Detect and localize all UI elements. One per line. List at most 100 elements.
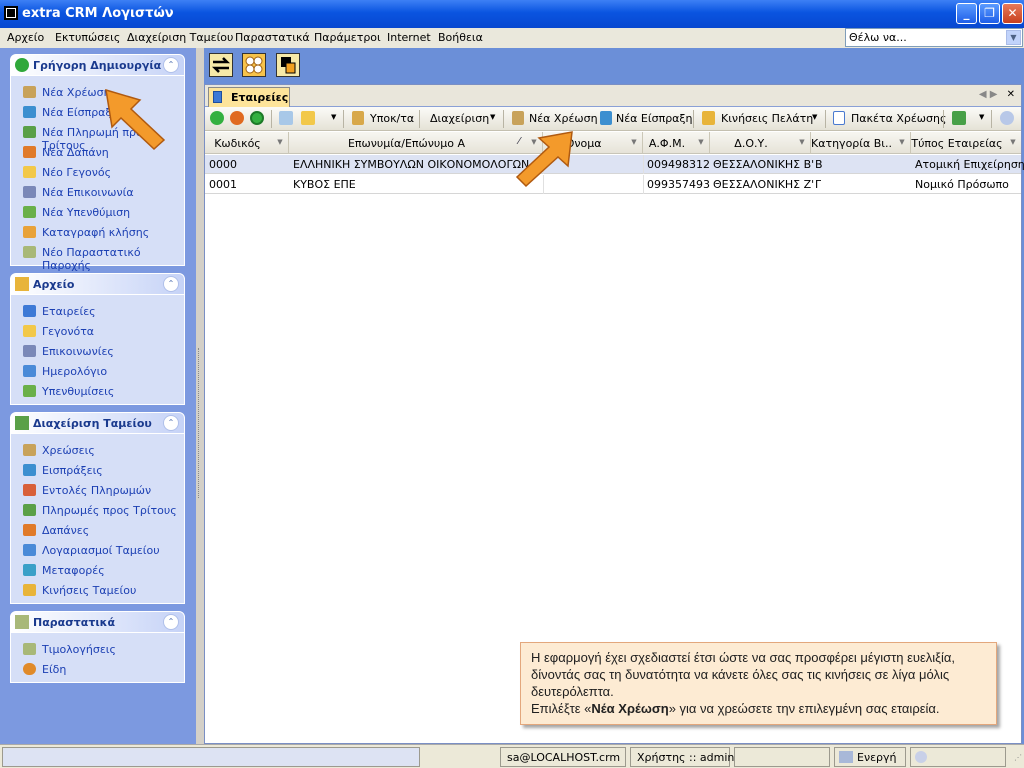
panel-title: Αρχείο [33, 278, 75, 291]
chevron-down-icon[interactable]: ▼ [331, 113, 336, 121]
panel-header[interactable]: Γρήγορη Δημιουργία ⌃ [10, 54, 185, 76]
refresh-icon[interactable] [230, 111, 244, 125]
sidebar-item-new-communication[interactable]: Νέα Επικοινωνία [11, 182, 184, 202]
reminder-icon [23, 206, 36, 218]
sidebar-item-cash-accounts[interactable]: Λογαριασμοί Ταμείου [11, 540, 184, 560]
calendar-icon [23, 365, 36, 377]
charge-packages-button[interactable]: Πακέτα Χρέωσης [851, 112, 946, 125]
manage-button[interactable]: Διαχείριση [430, 112, 489, 125]
customer-moves-button[interactable]: Κινήσεις Πελάτη [721, 112, 813, 125]
menu-help[interactable]: Βοήθεια [438, 31, 483, 44]
chevron-left-icon[interactable]: ◀ [979, 89, 987, 100]
chevron-right-icon[interactable]: ▶ [990, 89, 998, 100]
filter-dropdown-icon[interactable]: ▼ [695, 136, 707, 149]
collapse-icon[interactable]: ⌃ [163, 276, 179, 292]
chevron-down-icon[interactable]: ▼ [812, 113, 817, 121]
resize-grip-icon[interactable]: ⋰ [1014, 753, 1022, 762]
sidebar-item-charges[interactable]: Χρεώσεις [11, 440, 184, 460]
sidebar-item-calendar[interactable]: Ημερολόγιο [11, 361, 184, 381]
collapse-icon[interactable]: ⌃ [163, 415, 179, 431]
filter-dropdown-icon[interactable]: ▼ [796, 136, 808, 149]
chevron-down-icon[interactable]: ▼ [490, 113, 495, 121]
close-tab-icon[interactable]: ✕ [1007, 89, 1015, 100]
filter-dropdown-icon[interactable]: ▼ [274, 136, 286, 149]
column-header-name[interactable]: Επωνυμία/Επώνυμο Α ⁄ ▼ [289, 132, 543, 154]
menu-documents[interactable]: Παραστατικά [235, 31, 310, 44]
export-grid-icon[interactable] [952, 111, 966, 125]
swap-arrows-icon[interactable] [209, 53, 233, 77]
tab-companies[interactable]: Εταιρείες [208, 87, 290, 107]
search-icon[interactable] [279, 111, 293, 125]
column-header-category[interactable]: Κατηγορία Βι... ▼ [811, 132, 911, 154]
filter-dropdown-icon[interactable]: ▼ [628, 136, 640, 149]
sidebar-item-new-service-document[interactable]: Νέο Παραστατικό Παροχής [11, 242, 184, 272]
sidebar-item-cash-movements[interactable]: Κινήσεις Ταμείου [11, 580, 184, 600]
sidebar-item-call-log[interactable]: Καταγραφή κλήσης [11, 222, 184, 242]
filter-dropdown-icon[interactable]: ▼ [1007, 136, 1019, 149]
packages-icon [833, 111, 845, 125]
table-row[interactable]: 0000 ΕΛΛΗΝΙΚΗ ΣΥΜΒΟΥΛΩΝ ΟΙΚΟΝΟΜΟΛΟΓΩΝ ΑΕ… [205, 155, 1024, 174]
column-header-code[interactable]: Κωδικός ▼ [205, 132, 289, 154]
close-button[interactable]: ✕ [1002, 3, 1023, 24]
modules-icon[interactable] [242, 53, 266, 77]
menu-file[interactable]: Αρχείο [7, 31, 44, 44]
status-state: Ενεργή [834, 747, 906, 767]
filter-dropdown-icon[interactable]: ▼ [896, 136, 908, 149]
receipt-icon [23, 106, 36, 118]
collapse-icon[interactable]: ⌃ [163, 614, 179, 630]
collapse-icon[interactable]: ⌃ [163, 57, 179, 73]
menu-cash[interactable]: Διαχείριση Ταμείου [127, 31, 233, 44]
minimize-button[interactable]: _ [956, 3, 977, 24]
sidebar-item-reminders[interactable]: Υπενθυμίσεις [11, 381, 184, 401]
restore-button[interactable]: ❐ [979, 3, 1000, 24]
menu-prints[interactable]: Εκτυπώσεις [55, 31, 120, 44]
receipt-icon [600, 111, 612, 125]
remove-icon[interactable] [250, 111, 264, 125]
panel-title: Γρήγορη Δημιουργία [33, 59, 162, 72]
chevron-down-icon[interactable]: ▼ [1006, 30, 1021, 45]
column-header-tax-office[interactable]: Δ.Ο.Υ. ▼ [710, 132, 811, 154]
splitter[interactable] [196, 48, 204, 744]
grid-toolbar: ▼ Υποκ/τα Διαχείριση ▼ Νέα Χρέωση Νέα Εί… [205, 107, 1021, 131]
items-icon [23, 663, 36, 675]
tab-bar: Εταιρείες ◀ ▶ ✕ [205, 85, 1021, 107]
sidebar-item-payment-orders[interactable]: Εντολές Πληρωμών [11, 480, 184, 500]
panel-header[interactable]: Αρχείο ⌃ [10, 273, 185, 295]
search-combo-value: Θέλω να... [849, 31, 907, 44]
new-receipt-button[interactable]: Νέα Είσπραξη [616, 112, 693, 125]
add-icon[interactable] [210, 111, 224, 125]
filter-icon[interactable] [301, 111, 315, 125]
menu-parameters[interactable]: Παράμετροι [314, 31, 381, 44]
new-charge-button[interactable]: Νέα Χρέωση [529, 112, 598, 125]
search-combo[interactable]: Θέλω να... ▼ [845, 28, 1023, 47]
sidebar-item-third-party-payments[interactable]: Πληρωμές προς Τρίτους [11, 500, 184, 520]
panel-header[interactable]: Διαχείριση Ταμείου ⌃ [10, 412, 185, 434]
pointer-arrow-icon [105, 88, 166, 151]
sidebar-item-expenses[interactable]: Δαπάνες [11, 520, 184, 540]
settings-icon[interactable] [1000, 111, 1014, 125]
sidebar-item-receipts[interactable]: Εισπράξεις [11, 460, 184, 480]
column-header-company-type[interactable]: Τύπος Εταιρείας ▼ [911, 132, 1021, 154]
sidebar-item-events[interactable]: Γεγονότα [11, 321, 184, 341]
sidebar-item-transfers[interactable]: Μεταφορές [11, 560, 184, 580]
panel-title: Διαχείριση Ταμείου [33, 417, 152, 430]
panel-archive: Αρχείο ⌃ Εταιρείες Γεγονότα Επικοινωνίες… [10, 273, 185, 405]
sidebar-item-new-event[interactable]: Νέο Γεγονός [11, 162, 184, 182]
menu-internet[interactable]: Internet [387, 31, 431, 44]
panel-cash-management: Διαχείριση Ταμείου ⌃ Χρεώσεις Εισπράξεις… [10, 412, 185, 604]
subcategories-button[interactable]: Υποκ/τα [370, 112, 414, 125]
payment-order-icon [23, 484, 36, 496]
sidebar-item-invoices[interactable]: Τιμολογήσεις [11, 639, 184, 659]
sidebar-item-communications[interactable]: Επικοινωνίες [11, 341, 184, 361]
sidebar-item-companies[interactable]: Εταιρείες [11, 301, 184, 321]
chevron-down-icon[interactable]: ▼ [979, 113, 984, 121]
main-toolbar [204, 48, 1024, 84]
windows-icon[interactable] [276, 53, 300, 77]
receipt-icon [23, 464, 36, 476]
table-row[interactable]: 0001 ΚΥΒΟΣ ΕΠΕ 099357493 ΘΕΣΣΑΛΟΝΙΚΗΣ Ζ'… [205, 175, 1021, 194]
column-header-vat[interactable]: Α.Φ.Μ. ▼ [643, 132, 710, 154]
sidebar-item-new-reminder[interactable]: Νέα Υπενθύμιση [11, 202, 184, 222]
sidebar-item-items[interactable]: Είδη [11, 659, 184, 679]
panel-header[interactable]: Παραστατικά ⌃ [10, 611, 185, 633]
status-bar: sa@LOCALHOST.crm Χρήστης :: admin Ενεργή… [0, 744, 1024, 768]
